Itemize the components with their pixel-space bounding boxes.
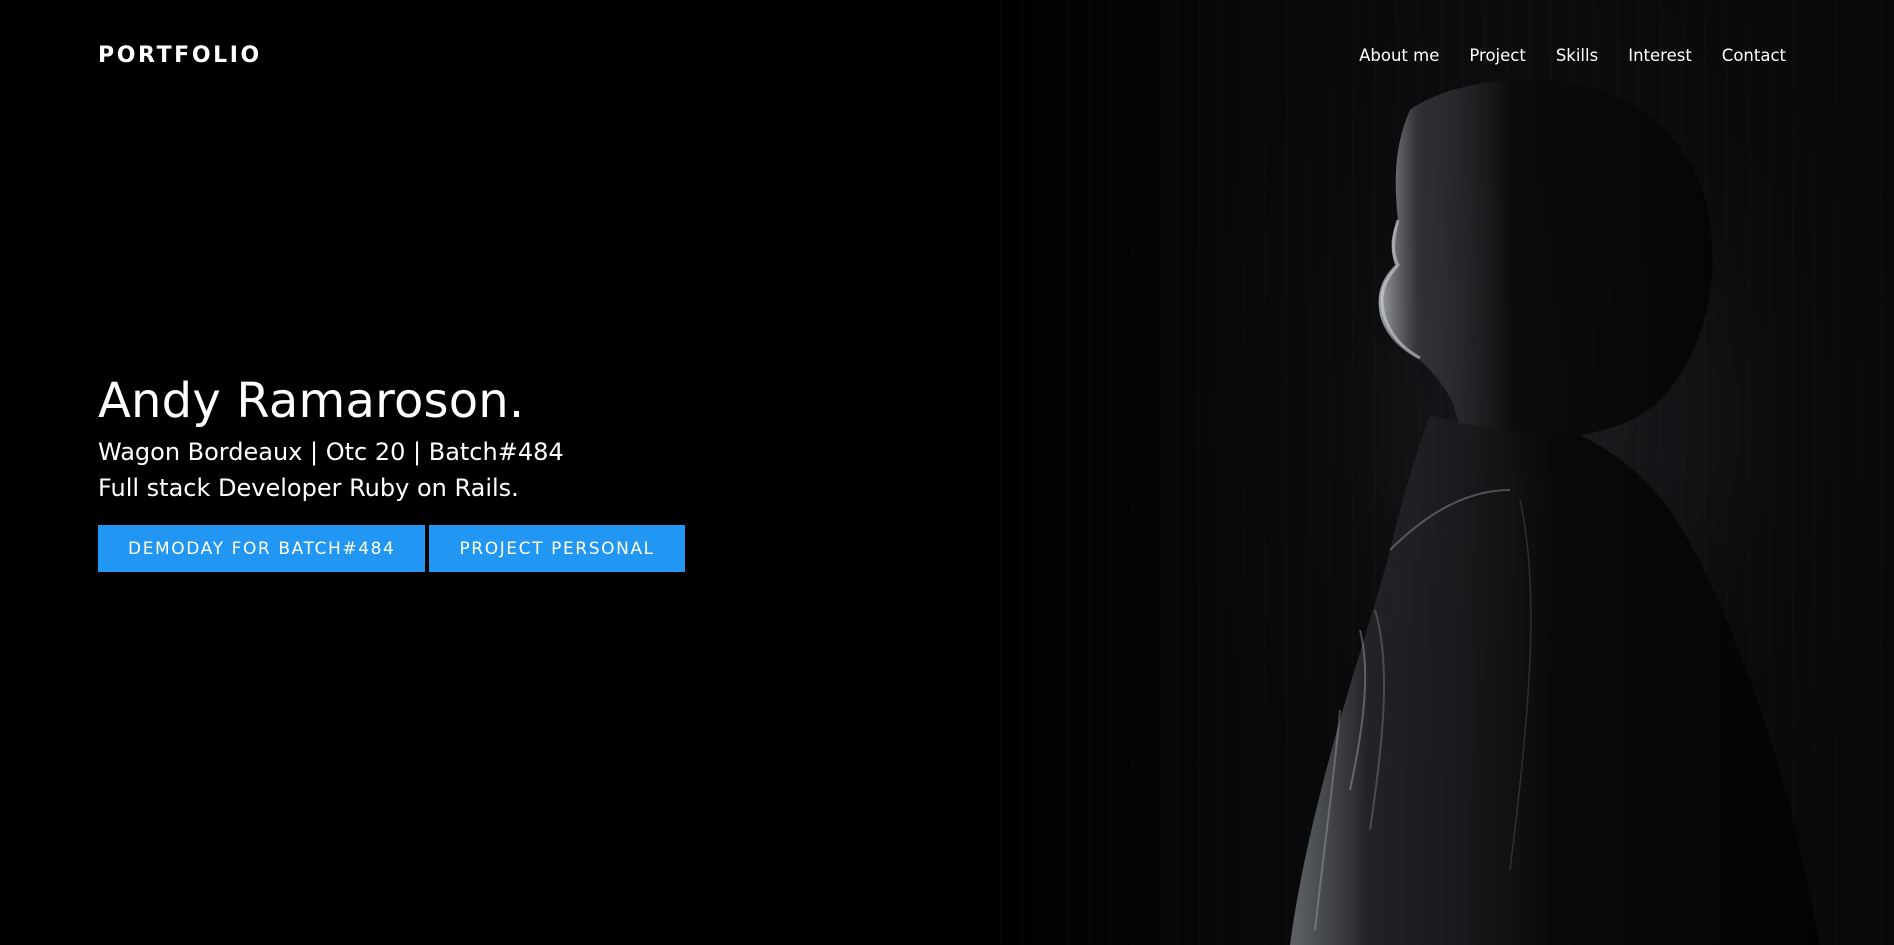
brand-logo[interactable]: PORTFOLIO <box>98 42 262 70</box>
hero-role: Full stack Developer Ruby on Rails. <box>98 474 519 502</box>
portrait-photo <box>1290 79 1820 945</box>
cta-buttons: DEMODAY FOR BATCH#484 PROJECT PERSONAL <box>98 525 685 572</box>
hero-section: Andy Ramaroson. Wagon Bordeaux | Otc 20 … <box>98 370 685 572</box>
nav-links: About me Project Skills Interest Contact <box>1359 44 1786 68</box>
hero-title: Andy Ramaroson. <box>98 373 525 429</box>
nav-link-interest[interactable]: Interest <box>1628 44 1692 68</box>
demoday-button[interactable]: DEMODAY FOR BATCH#484 <box>98 525 426 572</box>
project-personal-button[interactable]: PROJECT PERSONAL <box>429 525 685 572</box>
nav-link-project[interactable]: Project <box>1469 44 1525 68</box>
nav-link-contact[interactable]: Contact <box>1722 44 1786 68</box>
navbar: PORTFOLIO About me Project Skills Intere… <box>0 0 1894 112</box>
hero-subtitle: Wagon Bordeaux | Otc 20 | Batch#484 <box>98 438 564 466</box>
nav-link-about[interactable]: About me <box>1359 44 1439 68</box>
nav-link-skills[interactable]: Skills <box>1556 44 1598 68</box>
